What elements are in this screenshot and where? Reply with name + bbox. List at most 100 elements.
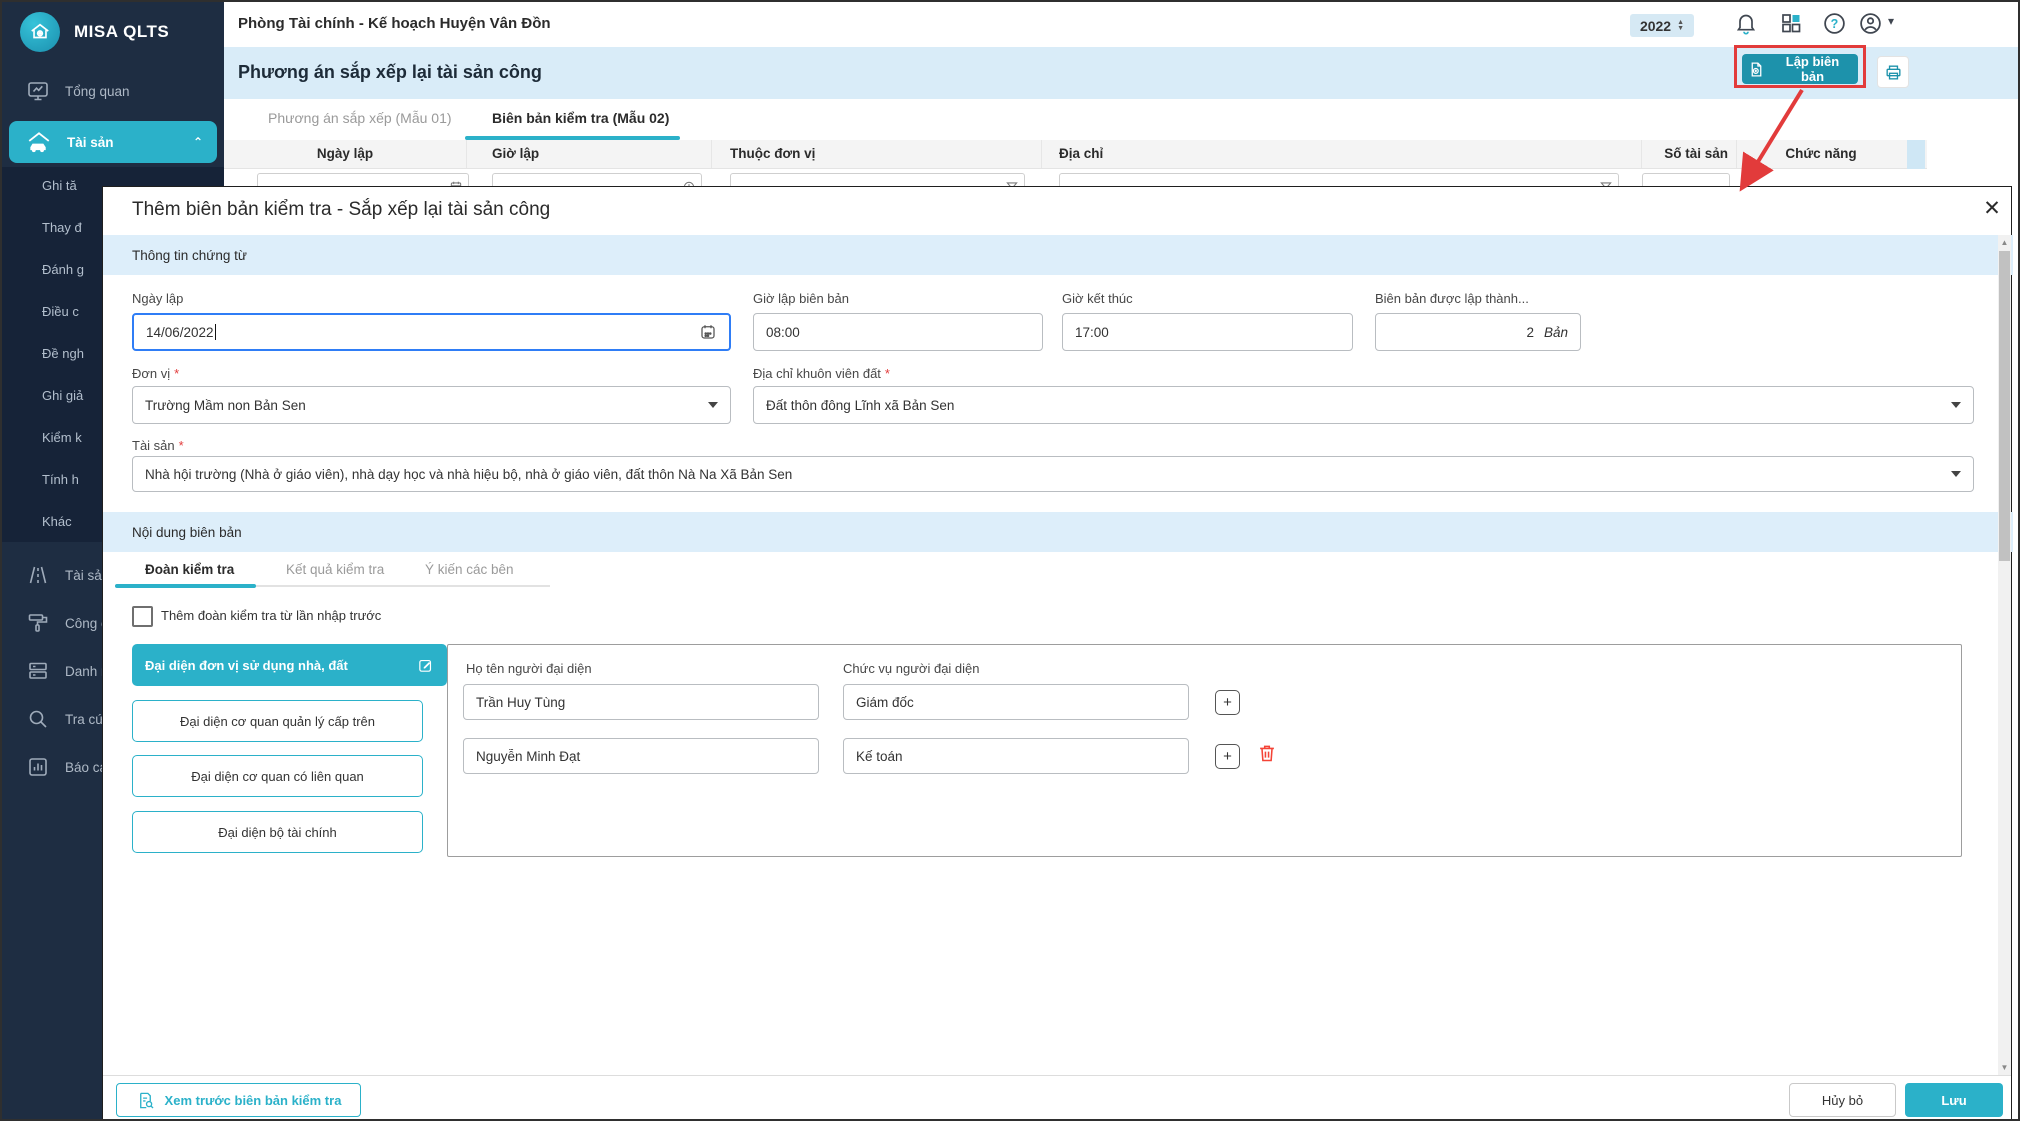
scroll-down-icon[interactable]: ▼	[1998, 1063, 2011, 1072]
spinner-arrows-icon[interactable]: ▲▼	[1677, 20, 1684, 32]
print-button[interactable]	[1877, 56, 1909, 88]
edit-icon[interactable]	[417, 657, 434, 674]
required-asterisk: *	[885, 366, 890, 381]
dropdown-caret-icon[interactable]	[708, 402, 718, 408]
group-dai-dien-don-vi-su-dung[interactable]: Đại diện đơn vị sử dụng nhà, đất	[132, 644, 447, 686]
page-title: Phương án sắp xếp lại tài sản công	[238, 62, 542, 83]
field-label-dia-chi: Địa chỉ khuôn viên đất*	[753, 366, 890, 381]
document-plus-icon	[1748, 61, 1765, 78]
section-header-thong-tin-chung-tu: Thông tin chứng từ	[103, 235, 2013, 275]
page-title-bar: Phương án sắp xếp lại tài sản công Lập b…	[224, 47, 2020, 99]
asset-house-car-icon	[26, 129, 52, 155]
sidebar-item-tai-san[interactable]: Tài sản ⌃	[9, 121, 217, 163]
bell-icon[interactable]	[1734, 11, 1760, 37]
printer-icon	[1884, 63, 1903, 82]
field-label-ngay-lap: Ngày lập	[132, 291, 183, 306]
submenu-item[interactable]: Tính h	[42, 472, 79, 487]
scrollbar-thumb[interactable]	[1999, 251, 2010, 561]
sidebar-item-label: Tài sản	[67, 135, 114, 150]
submenu-item[interactable]: Ghi tă	[42, 178, 77, 193]
brand: MISA QLTS	[20, 12, 169, 52]
rep-name-input[interactable]	[463, 684, 819, 720]
don-vi-select[interactable]: Trường Mầm non Bản Sen	[132, 386, 731, 424]
gio-ket-thuc-value: 17:00	[1075, 325, 1109, 340]
group-dai-dien-co-quan-lien-quan[interactable]: Đại diện cơ quan có liên quan	[132, 755, 423, 797]
submenu-item[interactable]: Thay đ	[42, 220, 82, 235]
gio-ket-thuc-input[interactable]: 17:00	[1062, 313, 1353, 351]
column-header[interactable]: Giờ lập	[467, 140, 712, 168]
section-header-label: Thông tin chứng từ	[132, 248, 247, 263]
user-icon[interactable]	[1858, 11, 1884, 37]
chevron-down-icon[interactable]: ▾	[1888, 14, 1914, 40]
ngay-lap-value: 14/06/2022	[146, 325, 214, 340]
tai-san-select[interactable]: Nhà hội trường (Nhà ở giáo viên), nhà dạ…	[132, 456, 1974, 492]
preview-button[interactable]: Xem trước biên bản kiểm tra	[116, 1083, 361, 1117]
submenu-item[interactable]: Điều c	[42, 304, 79, 319]
sidebar-item-label: Tổng quan	[65, 84, 130, 99]
report-chart-icon	[26, 755, 50, 779]
modal-scrollbar[interactable]: ▲ ▼	[1998, 235, 2011, 1075]
cancel-button[interactable]: Hủy bỏ	[1789, 1083, 1896, 1117]
reuse-previous-team-checkbox[interactable]	[132, 606, 153, 627]
field-label-so-ban: Biên bản được lập thành...	[1375, 291, 1529, 306]
field-label-text: Đơn vị	[132, 366, 170, 381]
field-label-text: Tài sản	[132, 438, 175, 453]
submenu-item[interactable]: Đề ngh	[42, 346, 84, 361]
app-grid-icon[interactable]	[1779, 11, 1805, 37]
app-window: MISA QLTS Tổng quan Tài sản ⌃ Ghi tă Tha…	[0, 0, 2020, 1121]
sidebar-item-tong-quan[interactable]: Tổng quan	[2, 70, 224, 112]
reuse-previous-team-label[interactable]: Thêm đoàn kiểm tra từ lần nhập trước	[161, 608, 381, 623]
tab-ket-qua-kiem-tra[interactable]: Kết quả kiểm tra	[286, 562, 384, 577]
dia-chi-value: Đất thôn đông Lĩnh xã Bản Sen	[766, 398, 954, 413]
rep-name-input[interactable]	[463, 738, 819, 774]
submenu-item[interactable]: Ghi giả	[42, 388, 83, 403]
add-inspection-record-modal: Thêm biên bản kiểm tra - Sắp xếp lại tài…	[102, 186, 2012, 1121]
column-header[interactable]: Thuộc đơn vị	[712, 140, 1042, 168]
column-header[interactable]: Số tài sản	[1642, 140, 1737, 168]
field-label-don-vi: Đơn vị*	[132, 366, 179, 381]
rep-role-input[interactable]	[843, 738, 1189, 774]
scroll-up-icon[interactable]: ▲	[1998, 238, 2011, 247]
create-record-button[interactable]: Lập biên bản	[1742, 54, 1858, 84]
paint-roller-icon	[26, 611, 50, 635]
list-server-icon	[26, 659, 50, 683]
page-tabs: Phương án sắp xếp (Mẫu 01) Biên bản kiểm…	[224, 99, 2020, 140]
column-header[interactable]: Chức năng	[1737, 140, 1905, 168]
add-row-button[interactable]: +	[1215, 744, 1240, 769]
so-ban-input[interactable]: 2 Bản	[1375, 313, 1581, 351]
required-asterisk: *	[179, 438, 184, 453]
column-header[interactable]: Ngày lập	[224, 140, 467, 168]
submenu-item[interactable]: Kiểm k	[42, 430, 82, 445]
field-label-gio-ket-thuc: Giờ kết thúc	[1062, 291, 1133, 306]
trash-icon[interactable]	[1256, 742, 1278, 764]
submenu-item[interactable]: Đánh g	[42, 262, 84, 277]
year-selector[interactable]: 2022 ▲▼	[1630, 14, 1694, 37]
group-dai-dien-bo-tai-chinh[interactable]: Đại diện bộ tài chính	[132, 811, 423, 853]
field-label-tai-san: Tài sản *	[132, 438, 184, 453]
role-column-header: Chức vụ người đại diện	[843, 661, 980, 676]
ngay-lap-input[interactable]: 14/06/2022	[132, 313, 731, 351]
add-row-button[interactable]: +	[1215, 690, 1240, 715]
close-icon[interactable]: ✕	[1977, 193, 2007, 223]
road-icon	[26, 563, 50, 587]
sidebar-item-label: Tra cứ	[65, 712, 104, 727]
save-button[interactable]: Lưu	[1905, 1083, 2003, 1117]
rep-role-input[interactable]	[843, 684, 1189, 720]
tab-phuong-an-sap-xep[interactable]: Phương án sắp xếp (Mẫu 01)	[268, 110, 452, 126]
tab-doan-kiem-tra[interactable]: Đoàn kiểm tra	[145, 562, 234, 577]
home-logo-icon	[20, 12, 60, 52]
group-label: Đại diện đơn vị sử dụng nhà, đất	[145, 658, 348, 673]
column-header[interactable]: Địa chỉ	[1042, 140, 1642, 168]
year-value: 2022	[1640, 18, 1671, 34]
top-bar: Phòng Tài chính - Kế hoạch Huyện Vân Đồn…	[224, 2, 2020, 47]
group-dai-dien-co-quan-quan-ly[interactable]: Đại diện cơ quan quản lý cấp trên	[132, 700, 423, 742]
tab-y-kien-cac-ben[interactable]: Ý kiến các bên	[425, 562, 514, 577]
dropdown-caret-icon[interactable]	[1951, 402, 1961, 408]
help-icon[interactable]: ?	[1822, 11, 1848, 37]
calendar-icon[interactable]	[699, 323, 717, 341]
tab-bien-ban-kiem-tra[interactable]: Biên bản kiểm tra (Mẫu 02)	[492, 110, 669, 126]
dropdown-caret-icon[interactable]	[1951, 471, 1961, 477]
dia-chi-select[interactable]: Đất thôn đông Lĩnh xã Bản Sen	[753, 386, 1974, 424]
submenu-item[interactable]: Khác	[42, 514, 72, 529]
gio-lap-input[interactable]: 08:00	[753, 313, 1043, 351]
